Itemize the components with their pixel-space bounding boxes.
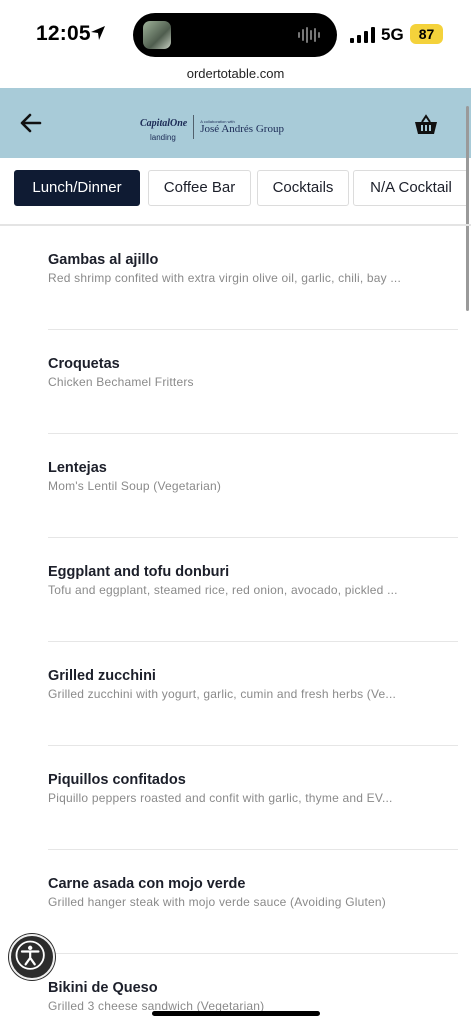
capital-one-logo: CapitalOne landing xyxy=(140,117,188,142)
menu-item-description: Chicken Bechamel Fritters xyxy=(48,375,194,389)
menu-item-description: Grilled zucchini with yogurt, garlic, cu… xyxy=(48,687,397,701)
dynamic-island xyxy=(133,13,337,57)
menu-item-name: Carne asada con mojo verde xyxy=(48,876,246,892)
audio-wave-icon xyxy=(298,27,320,43)
logo-divider xyxy=(193,115,195,139)
menu-item[interactable]: Carne asada con mojo verde Grilled hange… xyxy=(48,850,458,954)
category-tabs: Lunch/Dinner Coffee Bar Cocktails N/A Co… xyxy=(0,158,471,222)
menu-item-name: Croquetas xyxy=(48,356,120,372)
menu-item-name: Eggplant and tofu donburi xyxy=(48,564,230,580)
basket-icon[interactable] xyxy=(414,114,438,136)
brand-logo[interactable]: CapitalOne landing A collaboration with … xyxy=(140,114,284,142)
location-arrow-icon xyxy=(91,26,105,40)
menu-item-name: Bikini de Queso xyxy=(48,980,158,996)
menu-item-name: Gambas al ajillo xyxy=(48,252,159,268)
menu-item-description: Grilled hanger steak with mojo verde sau… xyxy=(48,895,386,909)
menu-item-description: Mom's Lentil Soup (Vegetarian) xyxy=(48,479,222,493)
menu-item[interactable]: Piquillos confitados Piquillo peppers ro… xyxy=(48,746,458,850)
page-scrollbar[interactable] xyxy=(466,106,469,311)
menu-item[interactable]: Gambas al ajillo Red shrimp confited wit… xyxy=(48,226,458,330)
menu-item-description: Red shrimp confited with extra virgin ol… xyxy=(48,271,402,285)
menu-item[interactable]: Eggplant and tofu donburi Tofu and eggpl… xyxy=(48,538,458,642)
jose-andres-logo: A collaboration with José Andrés Group xyxy=(200,119,284,135)
menu-item-name: Lentejas xyxy=(48,460,107,476)
menu-item-description: Tofu and eggplant, steamed rice, red oni… xyxy=(48,583,398,597)
signal-icon xyxy=(350,27,375,43)
tab-lunch-dinner[interactable]: Lunch/Dinner xyxy=(14,170,140,206)
tab-coffee-bar[interactable]: Coffee Bar xyxy=(148,170,251,206)
menu-item-name: Grilled zucchini xyxy=(48,668,156,684)
home-indicator[interactable] xyxy=(152,1011,320,1016)
menu-item-name: Piquillos confitados xyxy=(48,772,186,788)
accessibility-button[interactable] xyxy=(9,934,55,980)
status-bar: 12:05 5G 87 xyxy=(0,0,471,62)
menu-item[interactable]: Croquetas Chicken Bechamel Fritters xyxy=(48,330,458,434)
menu-item[interactable]: Grilled zucchini Grilled zucchini with y… xyxy=(48,642,458,746)
accessibility-icon xyxy=(15,940,45,970)
app-header: CapitalOne landing A collaboration with … xyxy=(0,88,471,158)
network-type: 5G xyxy=(381,25,404,44)
now-playing-artwork xyxy=(143,21,171,49)
arrow-left-icon[interactable] xyxy=(18,110,44,136)
menu-item-description: Piquillo peppers roasted and confit with… xyxy=(48,791,393,805)
tab-cocktails[interactable]: Cocktails xyxy=(257,170,349,206)
tab-na-cocktail[interactable]: N/A Cocktail xyxy=(353,170,469,206)
status-time: 12:05 xyxy=(36,22,91,45)
menu-item[interactable]: Lentejas Mom's Lentil Soup (Vegetarian) xyxy=(48,434,458,538)
browser-url[interactable]: ordertotable.com xyxy=(0,66,471,81)
battery-badge: 87 xyxy=(410,24,443,44)
